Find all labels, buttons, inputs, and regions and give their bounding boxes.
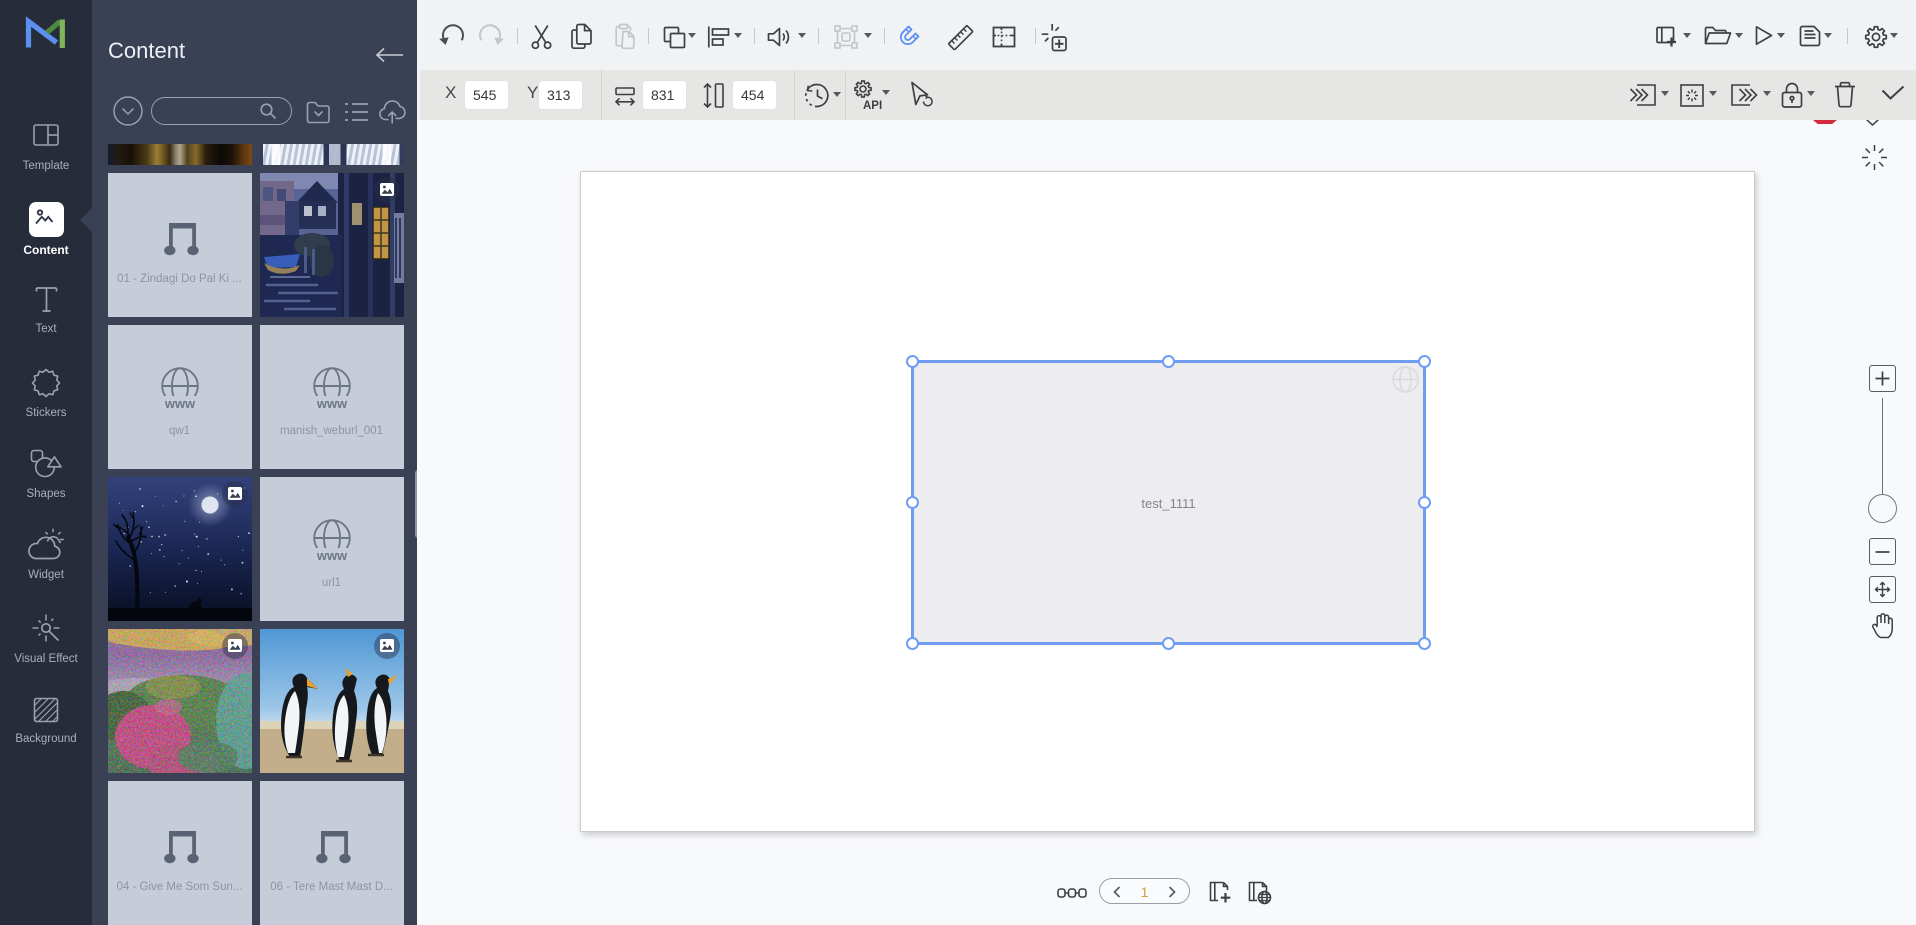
svg-text:www: www xyxy=(163,396,195,411)
svg-text:www: www xyxy=(315,396,347,411)
svg-text:www: www xyxy=(315,548,347,563)
svg-text:API: API xyxy=(863,100,882,111)
